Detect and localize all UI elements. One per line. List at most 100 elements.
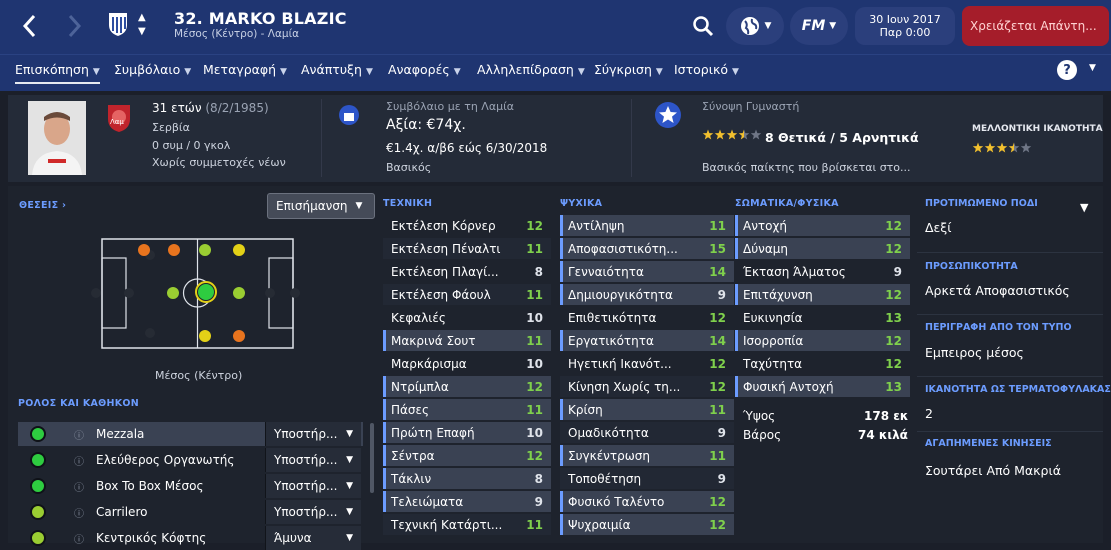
contract-wage: €1.4χ. α/β6 εώς 6/30/2018 [386, 141, 548, 155]
duty-dropdown[interactable]: Υποστήρ... ▼ [265, 474, 361, 498]
fm-menu-button[interactable]: FM ▼ [790, 7, 848, 45]
positions-title[interactable]: ΘΕΣΕΙΣ › [19, 200, 66, 211]
attribute-name: Μακρινά Σουτ [391, 333, 476, 348]
roles-scrollbar[interactable] [370, 423, 374, 493]
chevron-down-icon[interactable]: ▼ [1089, 63, 1096, 73]
attribute-row[interactable]: Εκτέλεση Κόρνερ 12 [383, 215, 551, 236]
attribute-value: 11 [526, 333, 543, 348]
attribute-name: Κρίση [568, 402, 603, 417]
attribute-row[interactable]: Ομαδικότητα 9 [560, 422, 734, 443]
tab-overview[interactable]: Επισκόπηση ▼ [15, 62, 100, 84]
tab-history[interactable]: Ιστορικό ▼ [674, 62, 739, 77]
forward-icon[interactable] [62, 12, 86, 40]
role-row[interactable]: ⓘ Carrilero Υποστήρ... ▼ [18, 500, 363, 524]
attribute-row[interactable]: Τελειώματα 9 [383, 491, 551, 512]
date-button[interactable]: 30 Ιουν 2017 Παρ 0:00 [855, 7, 955, 45]
attribute-row[interactable]: Μαρκάρισμα 10 [383, 353, 551, 374]
chevron-down-icon: ▼ [92, 67, 100, 77]
attribute-row[interactable]: Κίνηση Χωρίς τη... 12 [560, 376, 734, 397]
player-down-icon[interactable]: ▼ [138, 26, 146, 37]
attribute-row[interactable]: Πάσες 11 [383, 399, 551, 420]
role-name: Mezzala [96, 427, 145, 441]
attribute-row[interactable]: Ηγετική Ικανότ... 12 [560, 353, 734, 374]
coach-summary[interactable]: 8 Θετικά / 5 Αρνητικά [765, 130, 919, 145]
duty-dropdown[interactable]: Υποστήρ... ▼ [265, 448, 361, 472]
role-row[interactable]: ⓘ Κεντρικός Κόφτης Άμυνα ▼ [18, 526, 363, 550]
duty-dropdown[interactable]: Υποστήρ... ▼ [265, 422, 361, 446]
player-age: 31 ετών (8/2/1985) [152, 101, 269, 115]
roles-title: ΡΟΛΟΣ ΚΑΙ ΚΑΘΗΚΟΝ [18, 398, 140, 409]
chevron-down-icon: ▼ [346, 481, 353, 491]
role-row[interactable]: ⓘ Ελεύθερος Οργανωτής Υποστήρ... ▼ [18, 448, 363, 472]
attribute-row[interactable]: Συγκέντρωση 11 [560, 445, 734, 466]
attribute-row[interactable]: Τάκλιν 8 [383, 468, 551, 489]
info-icon[interactable]: ⓘ [74, 453, 84, 468]
attribute-row[interactable]: Αντοχή 12 [735, 215, 910, 236]
duty-dropdown[interactable]: Άμυνα ▼ [265, 526, 361, 550]
info-icon[interactable]: ⓘ [74, 427, 84, 442]
attribute-row[interactable]: Φυσική Αντοχή 13 [735, 376, 910, 397]
search-icon[interactable] [692, 15, 714, 37]
attribute-value: 11 [526, 517, 543, 532]
tab-compare[interactable]: Σύγκριση ▼ [594, 62, 663, 77]
attribute-name: Γενναιότητα [568, 264, 644, 279]
attribute-row[interactable]: Αποφασιστικότη... 15 [560, 238, 734, 259]
attribute-row[interactable]: Εκτέλεση Φάουλ 11 [383, 284, 551, 305]
attribute-value: 13 [885, 310, 902, 325]
role-suitability-dot [30, 504, 46, 520]
attribute-row[interactable]: Ισορροπία 12 [735, 330, 910, 351]
potential-stars [972, 140, 1032, 154]
player-nation[interactable]: Σερβία [152, 121, 190, 134]
role-row[interactable]: ⓘ Box To Box Μέσος Υποστήρ... ▼ [18, 474, 363, 498]
world-button[interactable]: ▼ [726, 7, 784, 45]
attribute-row[interactable]: Φυσικό Ταλέντο 12 [560, 491, 734, 512]
attribute-row[interactable]: Μακρινά Σουτ 11 [383, 330, 551, 351]
divider [917, 431, 1103, 432]
attribute-row[interactable]: Γενναιότητα 14 [560, 261, 734, 282]
continue-alert-button[interactable]: Χρειάζεται Απάντη... [962, 6, 1109, 46]
tab-transfer[interactable]: Μεταγραφή ▼ [203, 62, 287, 77]
back-icon[interactable] [18, 12, 42, 40]
player-up-icon[interactable]: ▲ [138, 12, 146, 23]
info-icon[interactable]: ⓘ [74, 531, 84, 546]
positions-title-text: ΘΕΣΕΙΣ [19, 200, 59, 211]
attribute-row[interactable]: Τοποθέτηση 9 [560, 468, 734, 489]
info-icon[interactable]: ⓘ [74, 479, 84, 494]
help-icon[interactable]: ? [1057, 60, 1077, 80]
attribute-row[interactable]: Πρώτη Επαφή 10 [383, 422, 551, 443]
attribute-value: 12 [526, 448, 543, 463]
attribute-row[interactable]: Ταχύτητα 12 [735, 353, 910, 374]
attribute-row[interactable]: Ψυχραιμία 12 [560, 514, 734, 535]
attribute-row[interactable]: Εργατικότητα 14 [560, 330, 734, 351]
tab-reports[interactable]: Αναφορές ▼ [388, 62, 461, 77]
attribute-row[interactable]: Σέντρα 12 [383, 445, 551, 466]
attribute-row[interactable]: Εκτέλεση Πέναλτι 11 [383, 238, 551, 259]
tab-contract[interactable]: Συμβόλαιο ▼ [114, 62, 191, 77]
attribute-row[interactable]: Έκταση Άλματος 9 [735, 261, 910, 282]
attribute-row[interactable]: Ευκινησία 13 [735, 307, 910, 328]
attribute-row[interactable]: Τεχνική Κατάρτι... 11 [383, 514, 551, 535]
attribute-value: 9 [717, 471, 726, 486]
attribute-row[interactable]: Εκτέλεση Πλαγί... 8 [383, 261, 551, 282]
tab-interaction[interactable]: Αλληλεπίδραση ▼ [477, 62, 585, 77]
attribute-row[interactable]: Αντίληψη 11 [560, 215, 734, 236]
attribute-row[interactable]: Δημιουργικότητα 9 [560, 284, 734, 305]
info-icon[interactable]: ⓘ [74, 505, 84, 520]
attribute-row[interactable]: Ντρίμπλα 12 [383, 376, 551, 397]
chevron-down-icon[interactable]: ▼ [1080, 201, 1088, 214]
attribute-row[interactable]: Κεφαλιές 10 [383, 307, 551, 328]
tab-label: Αλληλεπίδραση [477, 62, 574, 77]
duty-dropdown[interactable]: Υποστήρ... ▼ [265, 500, 361, 524]
attribute-row[interactable]: Δύναμη 12 [735, 238, 910, 259]
role-suitability-dot [30, 452, 46, 468]
attribute-name: Εκτέλεση Φάουλ [391, 287, 491, 302]
chevron-down-icon: ▼ [346, 429, 353, 439]
attribute-name: Ευκινησία [743, 310, 803, 325]
tab-development[interactable]: Ανάπτυξη ▼ [301, 62, 373, 77]
attribute-row[interactable]: Επιτάχυνση 12 [735, 284, 910, 305]
attribute-row[interactable]: Επιθετικότητα 12 [560, 307, 734, 328]
attribute-row[interactable]: Κρίση 11 [560, 399, 734, 420]
highlight-dropdown[interactable]: Επισήμανση ▼ [267, 193, 375, 219]
role-row[interactable]: ⓘ Mezzala Υποστήρ... ▼ [18, 422, 363, 446]
attribute-name: Αποφασιστικότη... [568, 241, 678, 256]
